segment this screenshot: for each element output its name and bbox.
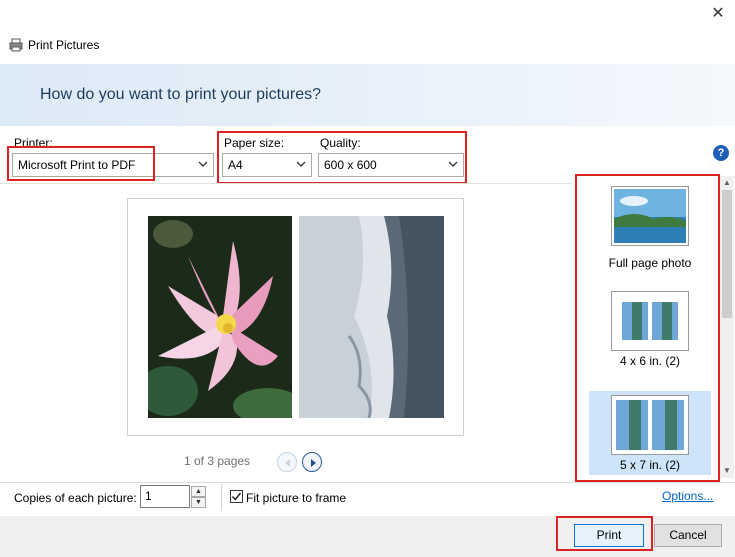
title-bar: ✕ Print Pictures — [0, 0, 735, 64]
help-icon[interactable]: ? — [713, 145, 729, 161]
printer-highlight — [7, 146, 155, 181]
header-band: How do you want to print your pictures? — [0, 64, 735, 126]
next-arrow-icon — [311, 459, 316, 467]
options-link[interactable]: Options... — [662, 489, 713, 503]
print-highlight — [556, 516, 653, 551]
previous-page-button[interactable] — [277, 452, 297, 472]
printer-icon — [9, 38, 23, 52]
paper-quality-highlight — [217, 131, 467, 184]
scroll-thumb[interactable] — [722, 190, 732, 318]
cancel-button[interactable]: Cancel — [654, 524, 722, 547]
spin-down-icon[interactable]: ▼ — [191, 497, 206, 508]
separator — [221, 485, 222, 509]
next-page-button[interactable] — [302, 452, 322, 472]
divider — [0, 482, 735, 483]
preview-photo-landscape — [299, 216, 444, 418]
close-icon[interactable]: ✕ — [708, 4, 728, 24]
page-indicator: 1 of 3 pages — [184, 454, 251, 468]
preview-photo-lotus — [148, 216, 292, 418]
spin-up-icon[interactable]: ▲ — [191, 486, 206, 497]
fit-picture-label[interactable]: Fit picture to frame — [246, 491, 346, 505]
fit-picture-checkbox[interactable] — [230, 490, 243, 503]
divider — [0, 183, 572, 184]
copies-label: Copies of each picture: — [14, 491, 137, 505]
page-question: How do you want to print your pictures? — [40, 86, 322, 103]
copies-input[interactable]: 1 — [140, 485, 190, 508]
window-title: Print Pictures — [28, 38, 100, 52]
layout-scrollbar[interactable]: ▲ ▼ — [720, 176, 734, 478]
scroll-up-icon[interactable]: ▲ — [722, 178, 732, 188]
chevron-down-icon — [198, 161, 208, 167]
checkmark-icon — [231, 492, 242, 501]
scroll-down-icon[interactable]: ▼ — [722, 466, 732, 476]
layout-highlight — [575, 174, 720, 482]
previous-arrow-icon — [285, 459, 290, 467]
